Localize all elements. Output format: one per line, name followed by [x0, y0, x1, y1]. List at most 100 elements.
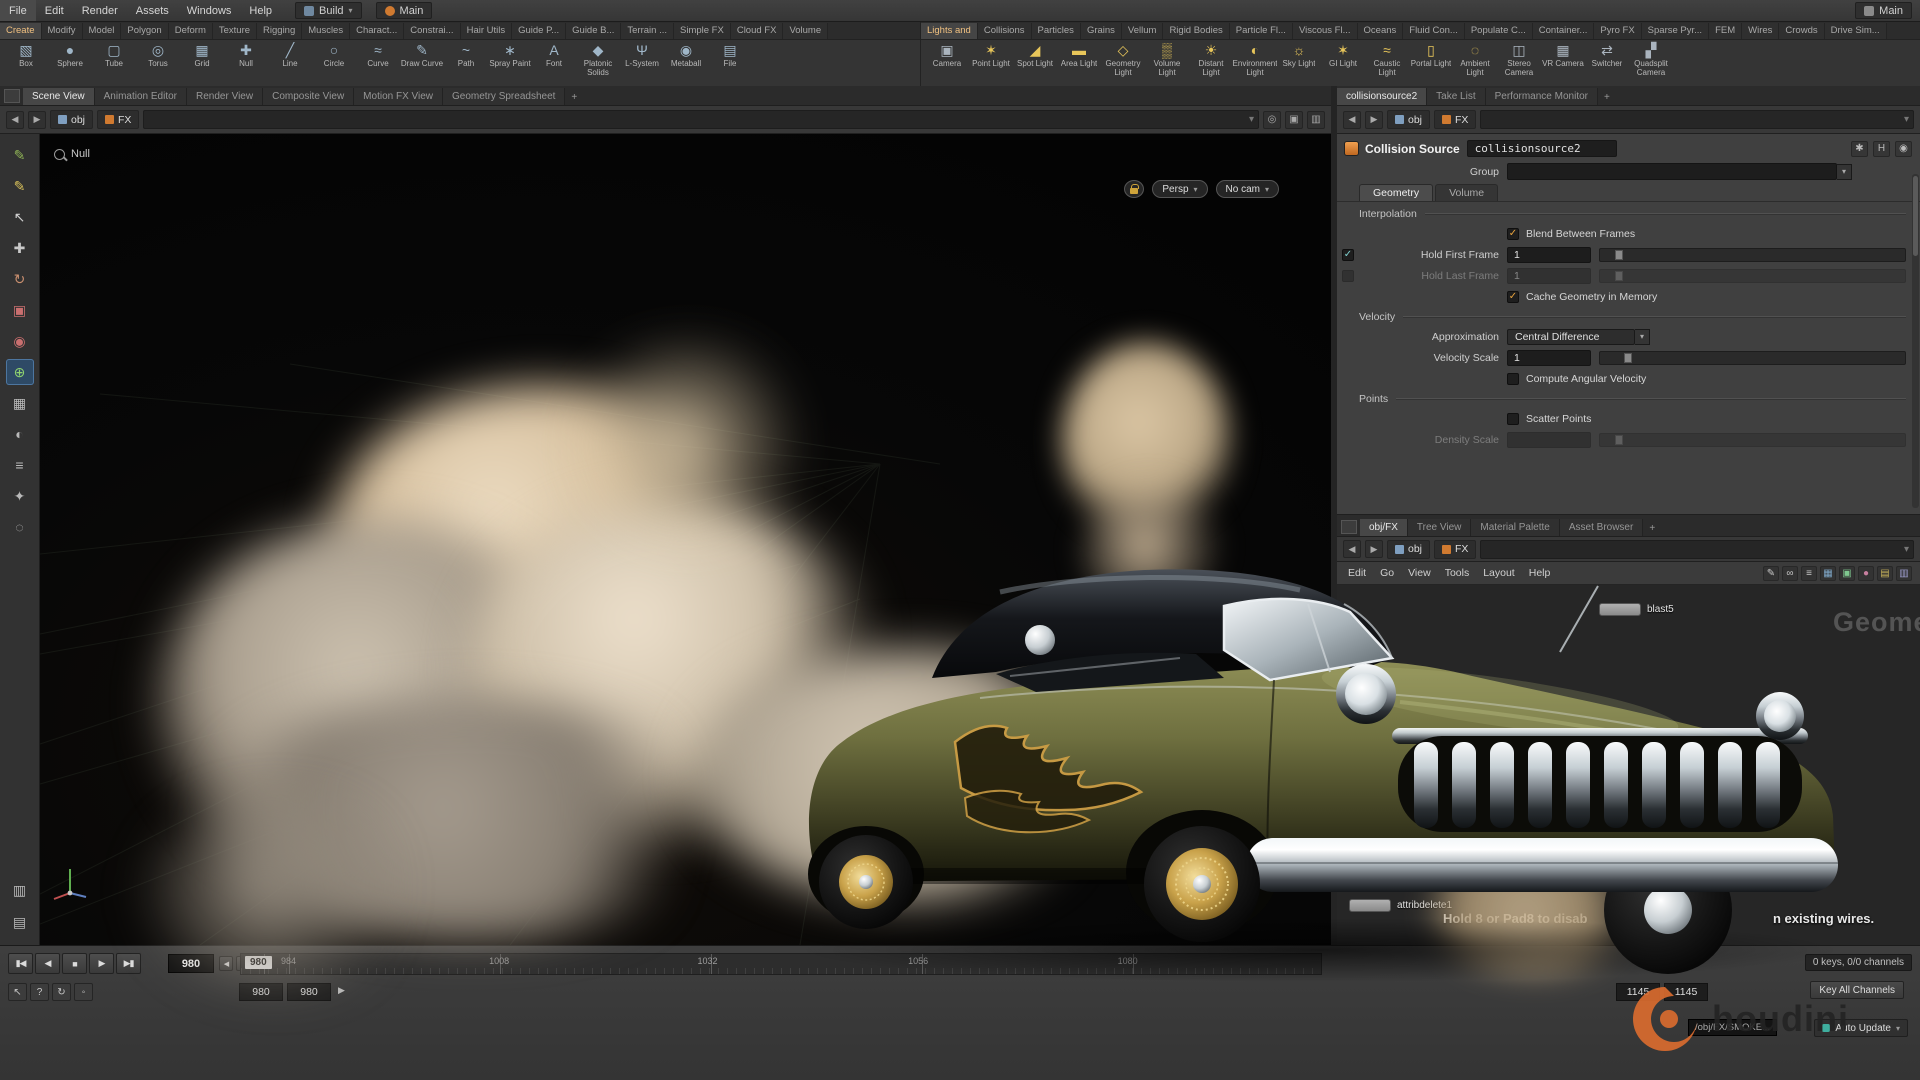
menu-item[interactable]: Render — [73, 0, 127, 21]
shelf-tool[interactable]: ☀ Distant Light — [1189, 42, 1233, 84]
sculpt-tool-icon[interactable]: ✎ — [6, 173, 34, 199]
palette-icon[interactable]: ● — [1858, 566, 1874, 581]
path-input[interactable]: ▾ — [1480, 540, 1914, 559]
shelf-tool[interactable]: Ψ L-System — [620, 42, 664, 84]
density-scale-field[interactable] — [1507, 432, 1591, 448]
shelf-tool[interactable]: ╱ Line — [268, 42, 312, 84]
shelf-tab[interactable]: Deform — [169, 23, 213, 39]
camera-menu[interactable]: No cam▾ — [1216, 180, 1279, 198]
shelf-tool[interactable]: ▢ Tube — [92, 42, 136, 84]
pane-tab[interactable]: Motion FX View — [354, 88, 443, 105]
shelf-tool[interactable]: A Font — [532, 42, 576, 84]
hold-last-frame-slider[interactable] — [1599, 269, 1906, 283]
rotate-tool-icon[interactable]: ↻ — [6, 266, 34, 292]
breadcrumb-obj[interactable]: obj — [1387, 110, 1430, 129]
shelf-tool[interactable]: ▣ Camera — [925, 42, 969, 84]
jump-start-button[interactable]: ▮◀ — [8, 953, 33, 974]
scale-tool-icon[interactable]: ▣ — [6, 297, 34, 323]
pane-tab[interactable]: Geometry Spreadsheet — [443, 88, 565, 105]
pane-splitter[interactable] — [1331, 86, 1337, 945]
stop-button[interactable]: ■ — [62, 953, 87, 974]
group-field[interactable] — [1507, 163, 1837, 180]
shelf-tool[interactable]: ∗ Spray Paint — [488, 42, 532, 84]
scrub-icon[interactable]: ↖ — [8, 983, 27, 1001]
forward-icon[interactable]: ▶ — [1365, 111, 1383, 129]
hold-first-frame-slider[interactable] — [1599, 248, 1906, 262]
breadcrumb-fx[interactable]: FX — [1434, 540, 1476, 559]
shelf-tool[interactable]: ☼ Sky Light — [1277, 42, 1321, 84]
split-icon[interactable]: ▣ — [1285, 111, 1303, 129]
pane-tab[interactable]: Tree View — [1408, 519, 1471, 536]
loop-tool-icon[interactable]: ◌ — [6, 514, 34, 540]
node-attribdelete1[interactable]: attribdelete1 — [1349, 899, 1452, 912]
approximation-dropdown[interactable]: Central Difference — [1507, 329, 1635, 345]
pin-icon[interactable]: ◎ — [1263, 111, 1281, 129]
loop-icon[interactable]: ↻ — [52, 983, 71, 1001]
play-reverse-button[interactable]: ◀ — [35, 953, 60, 974]
shelf-tab[interactable]: Cloud FX — [731, 23, 784, 39]
shelf-tool[interactable]: ▯ Portal Light — [1409, 42, 1453, 84]
menu-item[interactable]: File — [0, 0, 36, 21]
param-folder-tab[interactable]: Volume — [1435, 184, 1498, 201]
back-icon[interactable]: ◀ — [6, 111, 24, 129]
network-editor[interactable]: Geometry blast5 attribdelete1 Hold 8 or … — [1337, 585, 1920, 945]
shelf-tool[interactable]: ▒ Volume Light — [1145, 42, 1189, 84]
layers-icon[interactable]: ▤ — [1877, 566, 1893, 581]
shelf-tab[interactable]: Container... — [1533, 23, 1595, 39]
shelf-tool[interactable]: ◢ Spot Light — [1013, 42, 1057, 84]
shelf-tab[interactable]: Rigging — [257, 23, 302, 39]
playhead-marker[interactable]: 980 — [245, 956, 272, 969]
shelf-tab[interactable]: Terrain ... — [621, 23, 674, 39]
shelf-tab[interactable]: FEM — [1709, 23, 1742, 39]
cache-geometry-checkbox[interactable]: ✓ — [1507, 291, 1519, 303]
pane-tab[interactable]: Take List — [1427, 88, 1485, 105]
back-icon[interactable]: ◀ — [1343, 111, 1361, 129]
menu-item[interactable]: Edit — [36, 0, 73, 21]
shelf-tool[interactable]: ✎ Draw Curve — [400, 42, 444, 84]
shelf-tab[interactable]: Polygon — [121, 23, 168, 39]
snapshot-icon[interactable]: ▣ — [1839, 566, 1855, 581]
shelf-tab[interactable]: Model — [83, 23, 122, 39]
floating-panel-icon[interactable]: ▥ — [1307, 111, 1325, 129]
shelf-tab[interactable]: Lights and — [921, 23, 978, 39]
hold-last-frame-toggle[interactable] — [1342, 270, 1354, 282]
scatter-points-checkbox[interactable] — [1507, 413, 1519, 425]
shelf-tab[interactable]: Texture — [213, 23, 257, 39]
play-button[interactable]: ▶ — [89, 953, 114, 974]
blend-between-frames-checkbox[interactable]: ✓ — [1507, 228, 1519, 240]
help-icon[interactable]: H — [1873, 141, 1890, 157]
shelf-tab[interactable]: Vellum — [1122, 23, 1164, 39]
shelf-tab[interactable]: Particles — [1032, 23, 1081, 39]
desktop-selector[interactable]: Build ▾ — [295, 2, 361, 19]
shelf-tab[interactable]: Constrai... — [404, 23, 460, 39]
new-pane-tab-button[interactable]: + — [565, 90, 583, 105]
shelf-tool[interactable]: ≈ Caustic Light — [1365, 42, 1409, 84]
align-icon[interactable]: ≡ — [1801, 566, 1817, 581]
scene-viewport[interactable]: Null Persp▾ No cam▾ — [40, 134, 1331, 945]
shelf-tab[interactable]: Fluid Con... — [1403, 23, 1465, 39]
shelf-tool[interactable]: ≈ Curve — [356, 42, 400, 84]
pose-tool-icon[interactable]: ◉ — [6, 328, 34, 354]
key-all-channels-button[interactable]: Key All Channels — [1810, 981, 1904, 999]
shelf-tab[interactable]: Particle Fl... — [1230, 23, 1293, 39]
snapshot-icon[interactable]: ▥ — [6, 877, 34, 903]
wrench-icon[interactable]: ✎ — [1763, 566, 1779, 581]
shelf-tool[interactable]: ◉ Metaball — [664, 42, 708, 84]
pane-menu-icon[interactable] — [4, 89, 20, 103]
menu-item[interactable]: Help — [1522, 567, 1558, 579]
select-tool-icon[interactable]: ↖ — [6, 204, 34, 230]
search-icon[interactable]: ◉ — [1895, 141, 1912, 157]
node-blast5[interactable]: blast5 — [1599, 603, 1674, 616]
shelf-tab[interactable]: Grains — [1081, 23, 1122, 39]
gear-icon[interactable]: ✱ — [1851, 141, 1868, 157]
gallery-icon[interactable]: ▥ — [1896, 566, 1912, 581]
breadcrumb-fx[interactable]: FX — [97, 110, 139, 129]
shelf-tool[interactable]: ◆ Platonic Solids — [576, 42, 620, 84]
menu-item[interactable]: View — [1401, 567, 1438, 579]
brush-tool-icon[interactable]: ✎ — [6, 142, 34, 168]
pane-tab[interactable]: Asset Browser — [1560, 519, 1643, 536]
node-name-field[interactable]: collisionsource2 — [1467, 140, 1617, 157]
path-input[interactable]: ▾ — [143, 110, 1259, 129]
shelf-tab[interactable]: Oceans — [1358, 23, 1404, 39]
jump-end-button[interactable]: ▶▮ — [116, 953, 141, 974]
